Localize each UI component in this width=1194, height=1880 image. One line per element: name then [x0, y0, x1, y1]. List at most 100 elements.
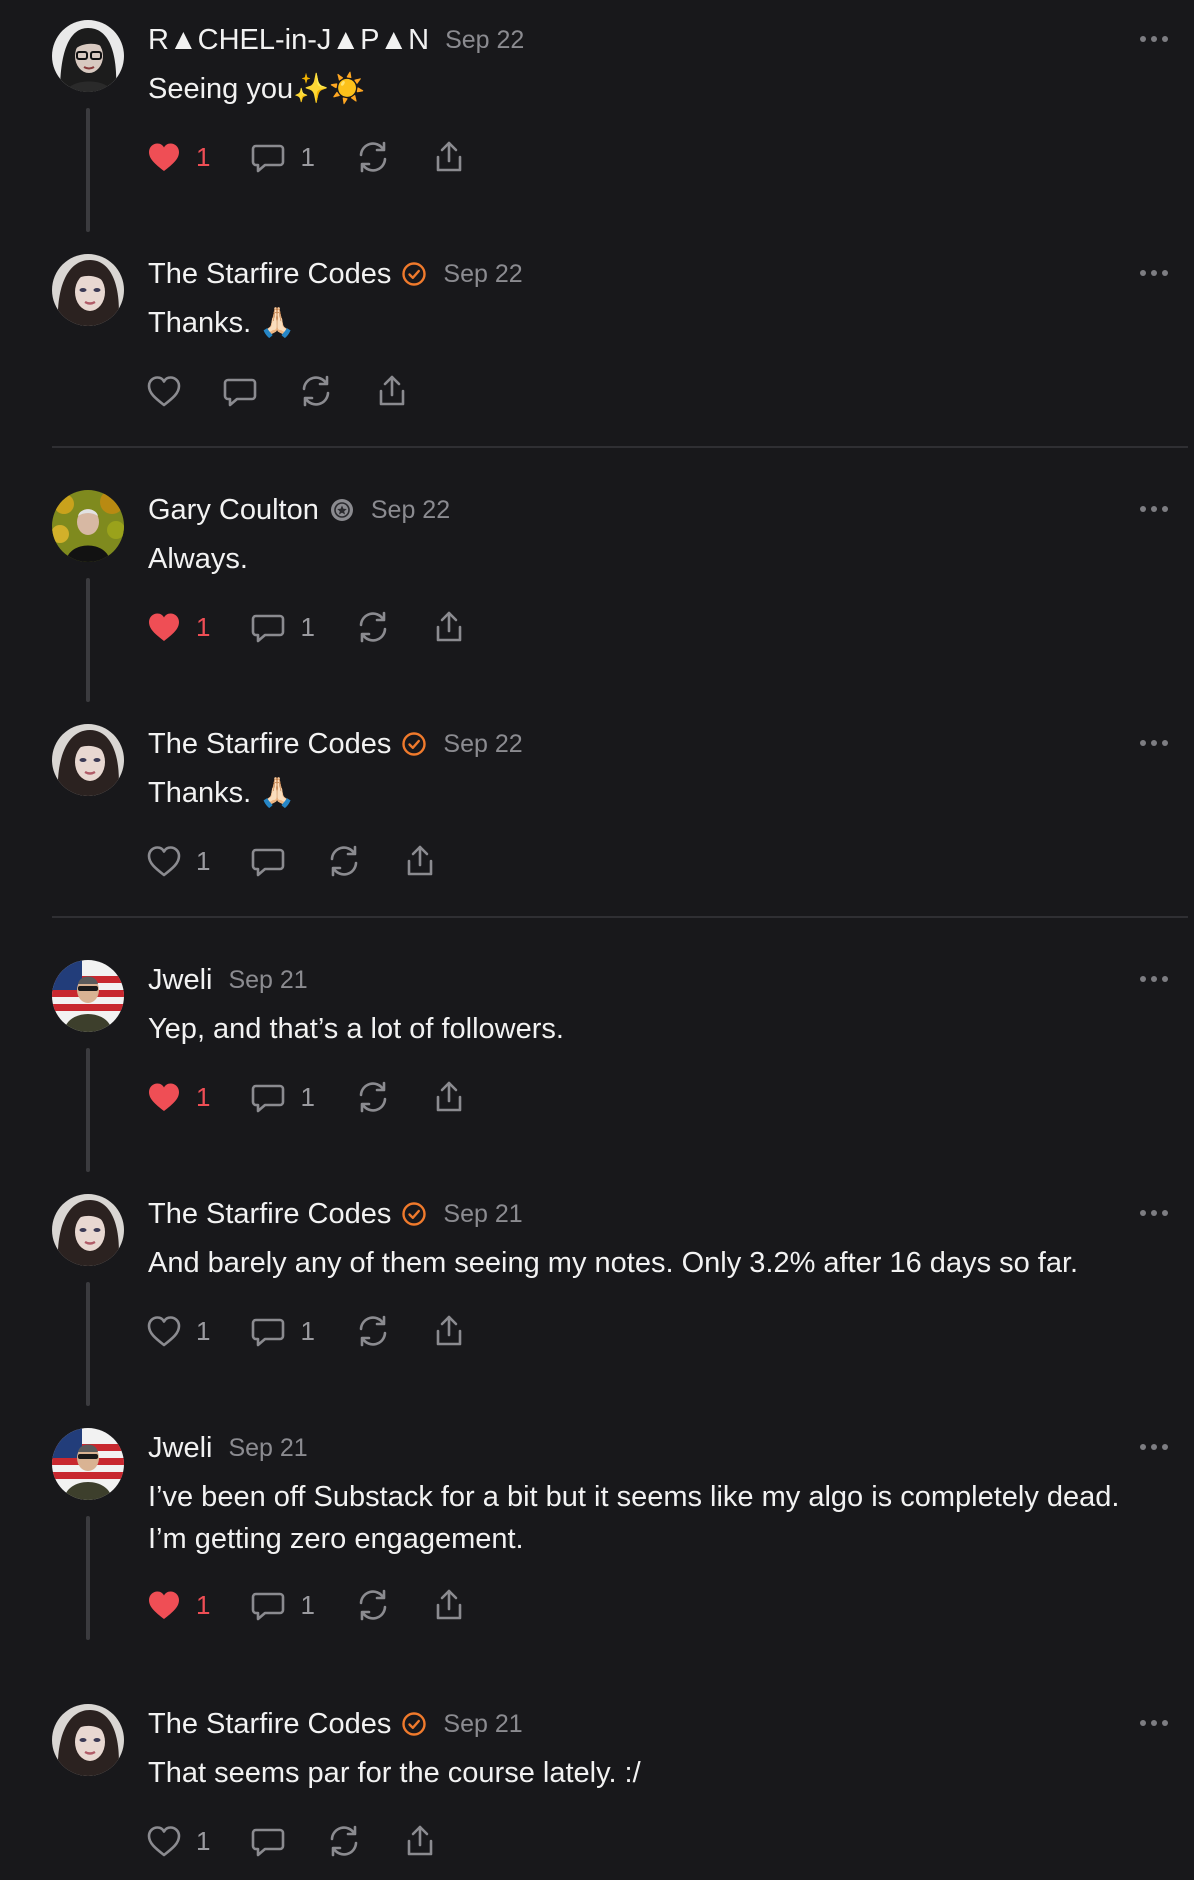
restack-button[interactable] [355, 1079, 391, 1115]
note-date[interactable]: Sep 22 [443, 260, 522, 289]
note-text: Always. [148, 543, 248, 575]
note-item[interactable]: R▲CHEL-in-J▲P▲N Sep 22 Seeing you✨☀️ 1 1 [0, 0, 1194, 234]
share-button[interactable] [402, 843, 438, 879]
note-actions [146, 369, 450, 413]
like-button[interactable]: 1 [146, 1588, 210, 1622]
note-item[interactable]: The Starfire Codes Sep 21 That seems par… [0, 1684, 1194, 1880]
restack-button[interactable] [298, 373, 334, 409]
more-options-icon[interactable] [1140, 1210, 1168, 1218]
share-icon [374, 373, 410, 409]
avatar-starfire[interactable] [52, 1194, 124, 1266]
avatar-starfire[interactable] [52, 1704, 124, 1776]
share-button[interactable] [402, 1823, 438, 1859]
restack-icon [355, 609, 391, 645]
note-date[interactable]: Sep 21 [443, 1710, 522, 1739]
avatar-gary[interactable] [52, 490, 124, 562]
note-date[interactable]: Sep 21 [228, 966, 307, 995]
heart-icon [146, 844, 182, 878]
restack-button[interactable] [326, 1823, 362, 1859]
author-name[interactable]: Jweli [148, 1432, 212, 1465]
more-options-icon[interactable] [1140, 36, 1168, 44]
share-icon [431, 139, 467, 175]
more-options-icon[interactable] [1140, 740, 1168, 748]
restack-button[interactable] [326, 843, 362, 879]
author-name[interactable]: Gary Coulton [148, 494, 319, 527]
comment-button[interactable]: 1 [250, 139, 315, 175]
like-button[interactable]: 1 [146, 1080, 210, 1114]
comment-button[interactable]: 1 [250, 609, 315, 645]
share-button[interactable] [431, 1587, 467, 1623]
more-options-icon[interactable] [1140, 270, 1168, 278]
like-button[interactable]: 1 [146, 610, 210, 644]
more-options-icon[interactable] [1140, 506, 1168, 514]
note-actions: 1 1 [146, 1309, 507, 1353]
avatar-jweli[interactable] [52, 960, 124, 1032]
note-item[interactable]: The Starfire Codes Sep 22 Thanks. 🙏🏻 1 [0, 704, 1194, 938]
note-date[interactable]: Sep 21 [228, 1434, 307, 1463]
restack-button[interactable] [355, 609, 391, 645]
note-item[interactable]: The Starfire Codes Sep 22 Thanks. 🙏🏻 [0, 234, 1194, 468]
thread-divider [52, 916, 1188, 918]
note-item[interactable]: Jweli Sep 21 I’ve been off Substack for … [0, 1408, 1194, 1642]
comment-button[interactable]: 1 [250, 1313, 315, 1349]
like-count: 1 [196, 1315, 211, 1346]
avatar-starfire[interactable] [52, 254, 124, 326]
verified-icon [401, 261, 427, 287]
share-button[interactable] [374, 373, 410, 409]
like-button[interactable]: 1 [146, 140, 210, 174]
comment-icon [250, 1823, 286, 1859]
note-item[interactable]: The Starfire Codes Sep 21 And barely any… [0, 1174, 1194, 1408]
like-button[interactable]: 1 [146, 844, 210, 878]
comment-count: 1 [300, 1589, 315, 1620]
restack-button[interactable] [355, 1587, 391, 1623]
note-text: Thanks. 🙏🏻 [148, 777, 296, 809]
more-options-icon[interactable] [1140, 1444, 1168, 1452]
more-options-icon[interactable] [1140, 1720, 1168, 1728]
author-name[interactable]: The Starfire Codes [148, 1198, 391, 1231]
note-date[interactable]: Sep 22 [445, 26, 524, 55]
heart-filled-icon [146, 140, 182, 174]
note-header: Jweli Sep 21 [148, 1428, 308, 1468]
comment-button[interactable] [250, 843, 286, 879]
note-text: Seeing you✨☀️ [148, 73, 366, 105]
verified-icon [401, 1711, 427, 1737]
restack-icon [355, 1079, 391, 1115]
share-button[interactable] [431, 139, 467, 175]
comment-count: 1 [300, 611, 315, 642]
restack-button[interactable] [355, 1313, 391, 1349]
comment-button[interactable] [222, 373, 258, 409]
like-button[interactable]: 1 [146, 1824, 210, 1858]
author-name[interactable]: The Starfire Codes [148, 1708, 391, 1741]
comment-icon [250, 1587, 286, 1623]
avatar-starfire[interactable] [52, 724, 124, 796]
author-name[interactable]: The Starfire Codes [148, 728, 391, 761]
author-name[interactable]: The Starfire Codes [148, 258, 391, 291]
note-date[interactable]: Sep 22 [443, 730, 522, 759]
note-date[interactable]: Sep 21 [443, 1200, 522, 1229]
note-item[interactable]: Jweli Sep 21 Yep, and that’s a lot of fo… [0, 940, 1194, 1174]
share-button[interactable] [431, 609, 467, 645]
avatar-rachel[interactable] [52, 20, 124, 92]
comment-button[interactable] [250, 1823, 286, 1859]
thread-line [86, 1516, 90, 1640]
comment-icon [250, 609, 286, 645]
more-options-icon[interactable] [1140, 976, 1168, 984]
like-button[interactable] [146, 374, 182, 408]
avatar-jweli[interactable] [52, 1428, 124, 1500]
comment-icon [250, 1079, 286, 1115]
author-name[interactable]: R▲CHEL-in-J▲P▲N [148, 24, 429, 57]
note-date[interactable]: Sep 22 [371, 496, 450, 525]
share-button[interactable] [431, 1313, 467, 1349]
share-icon [402, 843, 438, 879]
restack-icon [298, 373, 334, 409]
note-item[interactable]: Gary Coulton Sep 22 Always. 1 1 [0, 470, 1194, 704]
share-button[interactable] [431, 1079, 467, 1115]
comment-button[interactable]: 1 [250, 1079, 315, 1115]
comment-button[interactable]: 1 [250, 1587, 315, 1623]
author-name[interactable]: Jweli [148, 964, 212, 997]
like-button[interactable]: 1 [146, 1314, 210, 1348]
restack-button[interactable] [355, 139, 391, 175]
comment-icon [222, 373, 258, 409]
note-actions: 1 [146, 839, 478, 883]
comment-count: 1 [300, 141, 315, 172]
